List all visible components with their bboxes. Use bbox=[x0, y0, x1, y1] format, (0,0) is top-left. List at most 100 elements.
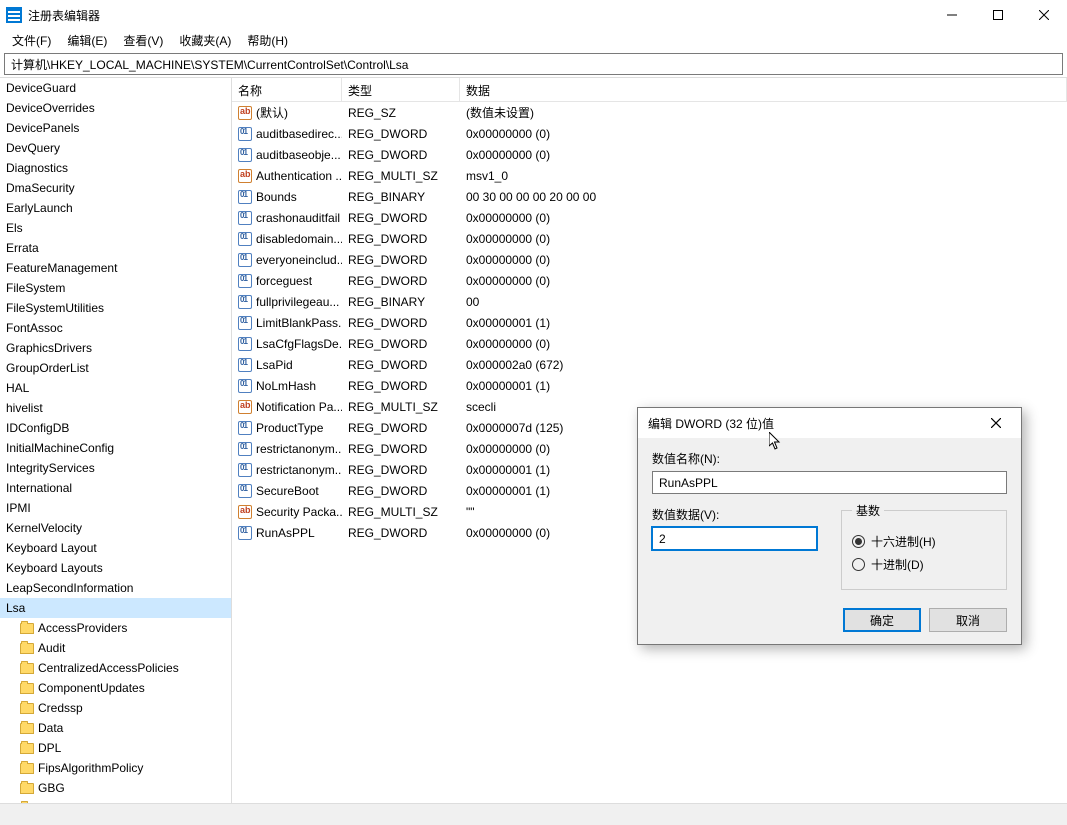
menu-edit[interactable]: 编辑(E) bbox=[59, 30, 115, 51]
menu-view[interactable]: 查看(V) bbox=[115, 30, 171, 51]
list-row[interactable]: fullprivilegeau...REG_BINARY00 bbox=[232, 291, 1067, 312]
tree-item[interactable]: Audit bbox=[0, 638, 231, 658]
value-name: auditbaseobje... bbox=[256, 148, 341, 162]
tree-item[interactable]: ComponentUpdates bbox=[0, 678, 231, 698]
col-header-name[interactable]: 名称 bbox=[232, 78, 342, 101]
tree-item[interactable]: AccessProviders bbox=[0, 618, 231, 638]
list-row[interactable]: LsaPidREG_DWORD0x000002a0 (672) bbox=[232, 354, 1067, 375]
minimize-button[interactable] bbox=[929, 0, 975, 30]
binary-value-icon bbox=[238, 316, 252, 330]
radio-dec-row[interactable]: 十进制(D) bbox=[852, 556, 996, 573]
dialog-title-text: 编辑 DWORD (32 位)值 bbox=[648, 415, 981, 432]
ok-button[interactable]: 确定 bbox=[843, 608, 921, 632]
dialog-close-button[interactable] bbox=[981, 408, 1011, 438]
string-value-icon bbox=[238, 106, 252, 120]
tree-item[interactable]: DevicePanels bbox=[0, 118, 231, 138]
value-name: Security Packa... bbox=[256, 505, 342, 519]
tree-item[interactable]: IntegrityServices bbox=[0, 458, 231, 478]
binary-value-icon bbox=[238, 463, 252, 477]
tree-pane[interactable]: DeviceGuardDeviceOverridesDevicePanelsDe… bbox=[0, 78, 232, 803]
tree-item[interactable]: Keyboard Layout bbox=[0, 538, 231, 558]
tree-item[interactable]: IDConfigDB bbox=[0, 418, 231, 438]
cancel-button[interactable]: 取消 bbox=[929, 608, 1007, 632]
tree-item[interactable]: KernelVelocity bbox=[0, 518, 231, 538]
col-header-data[interactable]: 数据 bbox=[460, 78, 1067, 101]
list-row[interactable]: BoundsREG_BINARY00 30 00 00 00 20 00 00 bbox=[232, 186, 1067, 207]
close-button[interactable] bbox=[1021, 0, 1067, 30]
tree-item[interactable]: DeviceOverrides bbox=[0, 98, 231, 118]
tree-item[interactable]: Data bbox=[0, 718, 231, 738]
list-row[interactable]: disabledomain...REG_DWORD0x00000000 (0) bbox=[232, 228, 1067, 249]
dialog-buttons: 确定 取消 bbox=[652, 608, 1007, 632]
list-row[interactable]: auditbasedirec...REG_DWORD0x00000000 (0) bbox=[232, 123, 1067, 144]
tree-item[interactable]: Els bbox=[0, 218, 231, 238]
tree-item[interactable]: GBG bbox=[0, 778, 231, 798]
value-type: REG_DWORD bbox=[342, 482, 460, 500]
col-header-type[interactable]: 类型 bbox=[342, 78, 460, 101]
tree-item[interactable]: IPMI bbox=[0, 498, 231, 518]
radio-dec[interactable] bbox=[852, 558, 865, 571]
value-type: REG_DWORD bbox=[342, 419, 460, 437]
binary-value-icon bbox=[238, 253, 252, 267]
tree-item[interactable]: GroupOrderList bbox=[0, 358, 231, 378]
binary-value-icon bbox=[238, 526, 252, 540]
tree-item[interactable]: JD bbox=[0, 798, 231, 803]
list-row[interactable]: forceguestREG_DWORD0x00000000 (0) bbox=[232, 270, 1067, 291]
maximize-button[interactable] bbox=[975, 0, 1021, 30]
value-data-input[interactable] bbox=[652, 527, 817, 550]
radio-hex-row[interactable]: 十六进制(H) bbox=[852, 533, 996, 550]
list-row[interactable]: crashonauditfailREG_DWORD0x00000000 (0) bbox=[232, 207, 1067, 228]
value-name: disabledomain... bbox=[256, 232, 342, 246]
list-row[interactable]: auditbaseobje...REG_DWORD0x00000000 (0) bbox=[232, 144, 1067, 165]
tree-item[interactable]: EarlyLaunch bbox=[0, 198, 231, 218]
tree-item[interactable]: Keyboard Layouts bbox=[0, 558, 231, 578]
binary-value-icon bbox=[238, 421, 252, 435]
dialog-body: 数值名称(N): 数值数据(V): 基数 十六进制(H) 十进制(D) bbox=[638, 438, 1021, 644]
dialog-titlebar[interactable]: 编辑 DWORD (32 位)值 bbox=[638, 408, 1021, 438]
tree-item[interactable]: GraphicsDrivers bbox=[0, 338, 231, 358]
tree-item[interactable]: FileSystemUtilities bbox=[0, 298, 231, 318]
folder-icon bbox=[20, 663, 34, 674]
tree-item[interactable]: LeapSecondInformation bbox=[0, 578, 231, 598]
tree-item[interactable]: hivelist bbox=[0, 398, 231, 418]
tree-item[interactable]: DPL bbox=[0, 738, 231, 758]
tree-item[interactable]: Lsa bbox=[0, 598, 231, 618]
list-row[interactable]: Authentication ...REG_MULTI_SZmsv1_0 bbox=[232, 165, 1067, 186]
tree-item[interactable]: International bbox=[0, 478, 231, 498]
tree-item[interactable]: CentralizedAccessPolicies bbox=[0, 658, 231, 678]
tree-item[interactable]: DevQuery bbox=[0, 138, 231, 158]
tree-item-label: Credssp bbox=[38, 701, 83, 715]
list-row[interactable]: LimitBlankPass...REG_DWORD0x00000001 (1) bbox=[232, 312, 1067, 333]
tree-item[interactable]: FontAssoc bbox=[0, 318, 231, 338]
value-type: REG_DWORD bbox=[342, 461, 460, 479]
list-row[interactable]: (默认)REG_SZ(数值未设置) bbox=[232, 102, 1067, 123]
binary-value-icon bbox=[238, 358, 252, 372]
menu-favorites[interactable]: 收藏夹(A) bbox=[171, 30, 239, 51]
tree-item[interactable]: HAL bbox=[0, 378, 231, 398]
list-row[interactable]: LsaCfgFlagsDe...REG_DWORD0x00000000 (0) bbox=[232, 333, 1067, 354]
tree-item[interactable]: DmaSecurity bbox=[0, 178, 231, 198]
tree-item[interactable]: Credssp bbox=[0, 698, 231, 718]
tree-item[interactable]: FipsAlgorithmPolicy bbox=[0, 758, 231, 778]
menu-help[interactable]: 帮助(H) bbox=[239, 30, 296, 51]
value-type: REG_SZ bbox=[342, 104, 460, 122]
list-row[interactable]: everyoneinclud...REG_DWORD0x00000000 (0) bbox=[232, 249, 1067, 270]
tree-item[interactable]: DeviceGuard bbox=[0, 78, 231, 98]
value-data: 00 bbox=[460, 293, 1067, 311]
tree-item[interactable]: FeatureManagement bbox=[0, 258, 231, 278]
value-data: 0x00000000 (0) bbox=[460, 272, 1067, 290]
tree-item[interactable]: Diagnostics bbox=[0, 158, 231, 178]
value-data: 0x00000000 (0) bbox=[460, 209, 1067, 227]
menu-file[interactable]: 文件(F) bbox=[4, 30, 59, 51]
radio-hex[interactable] bbox=[852, 535, 865, 548]
tree-item[interactable]: FileSystem bbox=[0, 278, 231, 298]
value-name-input[interactable] bbox=[652, 471, 1007, 494]
tree-item[interactable]: Errata bbox=[0, 238, 231, 258]
value-data: 0x00000001 (1) bbox=[460, 314, 1067, 332]
value-data: 0x000002a0 (672) bbox=[460, 356, 1067, 374]
address-bar[interactable]: 计算机\HKEY_LOCAL_MACHINE\SYSTEM\CurrentCon… bbox=[4, 53, 1063, 75]
list-row[interactable]: NoLmHashREG_DWORD0x00000001 (1) bbox=[232, 375, 1067, 396]
tree-item[interactable]: InitialMachineConfig bbox=[0, 438, 231, 458]
app-icon bbox=[6, 7, 22, 23]
folder-icon bbox=[20, 703, 34, 714]
